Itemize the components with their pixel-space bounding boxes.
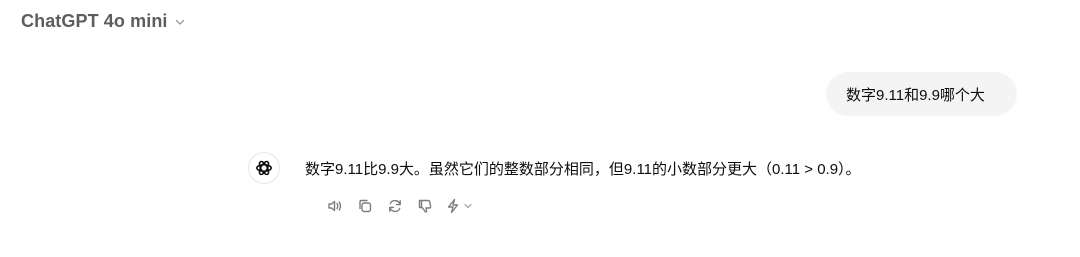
copy-button[interactable] bbox=[354, 195, 376, 217]
chevron-down-icon bbox=[174, 16, 186, 28]
speaker-icon bbox=[326, 197, 344, 215]
openai-logo-icon bbox=[248, 152, 280, 184]
chat-page: ChatGPT 4o mini 数字9.11和9.9哪个大 数字9.11比9.9… bbox=[0, 0, 1080, 257]
copy-icon bbox=[356, 197, 374, 215]
refresh-icon bbox=[386, 197, 404, 215]
model-selector[interactable]: ChatGPT 4o mini bbox=[21, 9, 186, 33]
read-aloud-button[interactable] bbox=[324, 195, 346, 217]
assistant-message-text: 数字9.11比9.9大。虽然它们的整数部分相同，但9.11的小数部分更大（0.1… bbox=[305, 161, 861, 178]
switch-model-button[interactable] bbox=[444, 195, 473, 217]
regenerate-button[interactable] bbox=[384, 195, 406, 217]
model-name: ChatGPT 4o mini bbox=[21, 10, 168, 31]
chevron-down-icon bbox=[463, 201, 473, 211]
user-message-bubble: 数字9.11和9.9哪个大 bbox=[826, 72, 1017, 116]
thumbs-down-button[interactable] bbox=[414, 195, 436, 217]
message-action-bar bbox=[324, 195, 473, 217]
thumbs-down-icon bbox=[416, 197, 434, 215]
sparkle-icon bbox=[444, 197, 462, 215]
user-message-text: 数字9.11和9.9哪个大 bbox=[846, 86, 985, 104]
